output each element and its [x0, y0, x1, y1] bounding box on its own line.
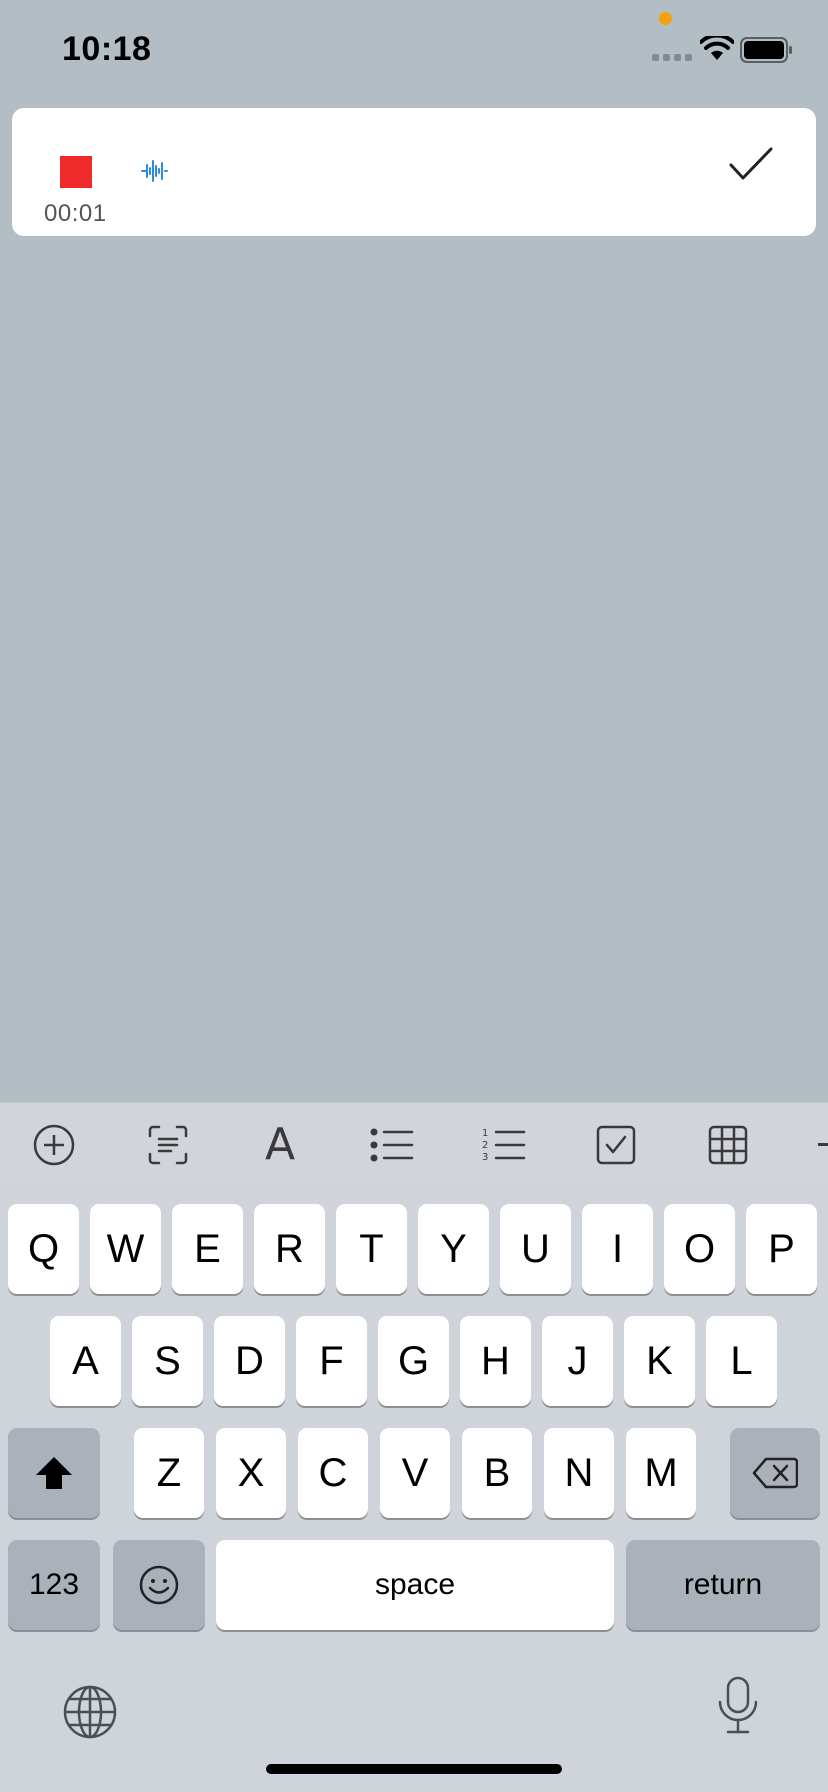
key-t[interactable]: T — [336, 1204, 407, 1294]
svg-text:1: 1 — [482, 1128, 488, 1139]
key-z[interactable]: Z — [134, 1428, 204, 1518]
key-c[interactable]: C — [298, 1428, 368, 1518]
waveform-icon — [141, 160, 168, 182]
wifi-icon — [700, 36, 734, 60]
key-o[interactable]: O — [664, 1204, 735, 1294]
recording-timer: 00:01 — [44, 200, 107, 227]
stop-recording-button[interactable] — [60, 156, 92, 188]
key-g[interactable]: G — [378, 1316, 449, 1406]
privacy-indicator-dot — [659, 12, 672, 25]
formatting-toolbar: A 1 2 3 — [0, 1102, 828, 1186]
key-f[interactable]: F — [296, 1316, 367, 1406]
home-indicator — [266, 1764, 562, 1774]
key-y[interactable]: Y — [418, 1204, 489, 1294]
key-b[interactable]: B — [462, 1428, 532, 1518]
key-r[interactable]: R — [254, 1204, 325, 1294]
key-h[interactable]: H — [460, 1316, 531, 1406]
key-p[interactable]: P — [746, 1204, 817, 1294]
key-j[interactable]: J — [542, 1316, 613, 1406]
checklist-icon[interactable] — [592, 1121, 640, 1169]
key-q[interactable]: Q — [8, 1204, 79, 1294]
key-e[interactable]: E — [172, 1204, 243, 1294]
scan-text-icon[interactable] — [144, 1121, 192, 1169]
text-format-icon[interactable]: A — [256, 1121, 304, 1169]
cellular-signal-icon — [652, 54, 692, 61]
emoji-key[interactable] — [113, 1540, 205, 1630]
status-time: 10:18 — [62, 30, 152, 68]
key-u[interactable]: U — [500, 1204, 571, 1294]
key-w[interactable]: W — [90, 1204, 161, 1294]
key-i[interactable]: I — [582, 1204, 653, 1294]
keyboard: QWERTYUIOP ASDFGHJKL ZXCVBNM 123 space r… — [0, 1186, 828, 1792]
key-l[interactable]: L — [706, 1316, 777, 1406]
key-d[interactable]: D — [214, 1316, 285, 1406]
globe-icon[interactable] — [62, 1684, 118, 1740]
svg-text:3: 3 — [482, 1152, 488, 1163]
key-m[interactable]: M — [626, 1428, 696, 1518]
delete-key[interactable] — [730, 1428, 820, 1518]
key-k[interactable]: K — [624, 1316, 695, 1406]
more-tools-edge — [818, 1143, 828, 1146]
microphone-icon[interactable] — [716, 1676, 760, 1736]
note-editor-area[interactable] — [0, 240, 828, 1100]
status-bar: 10:18 — [0, 0, 828, 100]
key-s[interactable]: S — [132, 1316, 203, 1406]
shift-key[interactable] — [8, 1428, 100, 1518]
add-icon[interactable] — [30, 1121, 78, 1169]
key-a[interactable]: A — [50, 1316, 121, 1406]
table-icon[interactable] — [704, 1121, 752, 1169]
done-checkmark-button[interactable] — [728, 146, 774, 182]
key-v[interactable]: V — [380, 1428, 450, 1518]
numbered-list-icon[interactable]: 1 2 3 — [480, 1121, 528, 1169]
numbers-key[interactable]: 123 — [8, 1540, 100, 1630]
key-n[interactable]: N — [544, 1428, 614, 1518]
voice-recording-bar: 00:01 — [12, 108, 816, 236]
svg-text:2: 2 — [482, 1140, 488, 1151]
bulleted-list-icon[interactable] — [368, 1121, 416, 1169]
space-key[interactable]: space — [216, 1540, 614, 1630]
key-x[interactable]: X — [216, 1428, 286, 1518]
battery-icon — [740, 37, 792, 63]
return-key[interactable]: return — [626, 1540, 820, 1630]
